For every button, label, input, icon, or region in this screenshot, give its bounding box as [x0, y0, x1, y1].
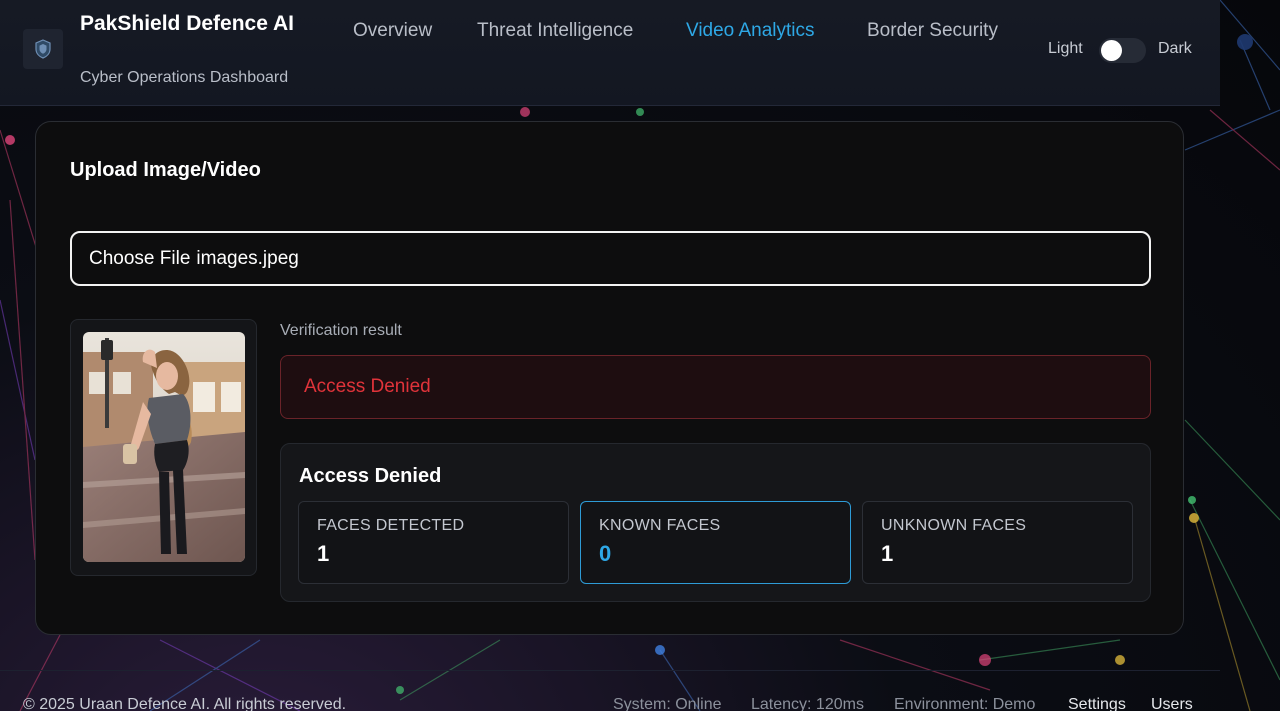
- verification-verdict: Access Denied: [280, 355, 1151, 419]
- stat-value: 1: [317, 541, 330, 566]
- preview-frame: [70, 319, 257, 576]
- theme-light-label: Light: [1048, 40, 1083, 57]
- footer-users-link[interactable]: Users: [1151, 696, 1193, 711]
- face-stats-panel: Access Denied FACES DETECTED 1 KNOWN FAC…: [280, 443, 1151, 602]
- nav-overview[interactable]: Overview: [353, 20, 432, 42]
- stat-label: UNKNOWN FACES: [881, 517, 1027, 534]
- stat-value: 0: [599, 541, 612, 566]
- brand-logo[interactable]: [23, 29, 63, 69]
- uploaded-image-preview: [83, 332, 245, 562]
- footer-divider: [0, 670, 1220, 671]
- verification-label: Verification result: [280, 322, 402, 339]
- theme-toggle[interactable]: [1099, 38, 1146, 63]
- footer-settings-link[interactable]: Settings: [1068, 696, 1126, 711]
- stat-label: KNOWN FACES: [599, 517, 721, 534]
- nav-video-analytics[interactable]: Video Analytics: [686, 20, 815, 42]
- file-input[interactable]: Choose File images.jpeg: [70, 231, 1151, 286]
- theme-dark-label: Dark: [1158, 40, 1192, 57]
- stat-value: 1: [881, 541, 894, 566]
- stat-unknown-faces: UNKNOWN FACES 1: [862, 501, 1133, 584]
- brand-title: PakShield Defence AI: [80, 12, 294, 35]
- stat-label: FACES DETECTED: [317, 517, 465, 534]
- selected-file-name: images.jpeg: [196, 247, 299, 269]
- upload-title: Upload Image/Video: [70, 159, 261, 181]
- footer-environment: Environment: Demo: [894, 696, 1036, 711]
- footer-system-status: System: Online: [613, 696, 722, 711]
- stat-known-faces: KNOWN FACES 0: [580, 501, 851, 584]
- nav-border-security[interactable]: Border Security: [867, 20, 998, 42]
- choose-file-button[interactable]: Choose File: [89, 248, 190, 270]
- stat-faces-detected: FACES DETECTED 1: [298, 501, 569, 584]
- nav-threat-intelligence[interactable]: Threat Intelligence: [477, 20, 633, 42]
- top-navigation-bar: PakShield Defence AI Cyber Operations Da…: [0, 0, 1220, 106]
- brand-subtitle: Cyber Operations Dashboard: [80, 69, 289, 86]
- upload-card: Upload Image/Video Choose File images.jp…: [35, 121, 1184, 635]
- shield-icon: [35, 39, 51, 59]
- theme-toggle-knob: [1101, 40, 1122, 61]
- footer-latency: Latency: 120ms: [751, 696, 864, 711]
- footer-copyright: © 2025 Uraan Defence AI. All rights rese…: [23, 696, 347, 711]
- stats-title: Access Denied: [299, 465, 442, 487]
